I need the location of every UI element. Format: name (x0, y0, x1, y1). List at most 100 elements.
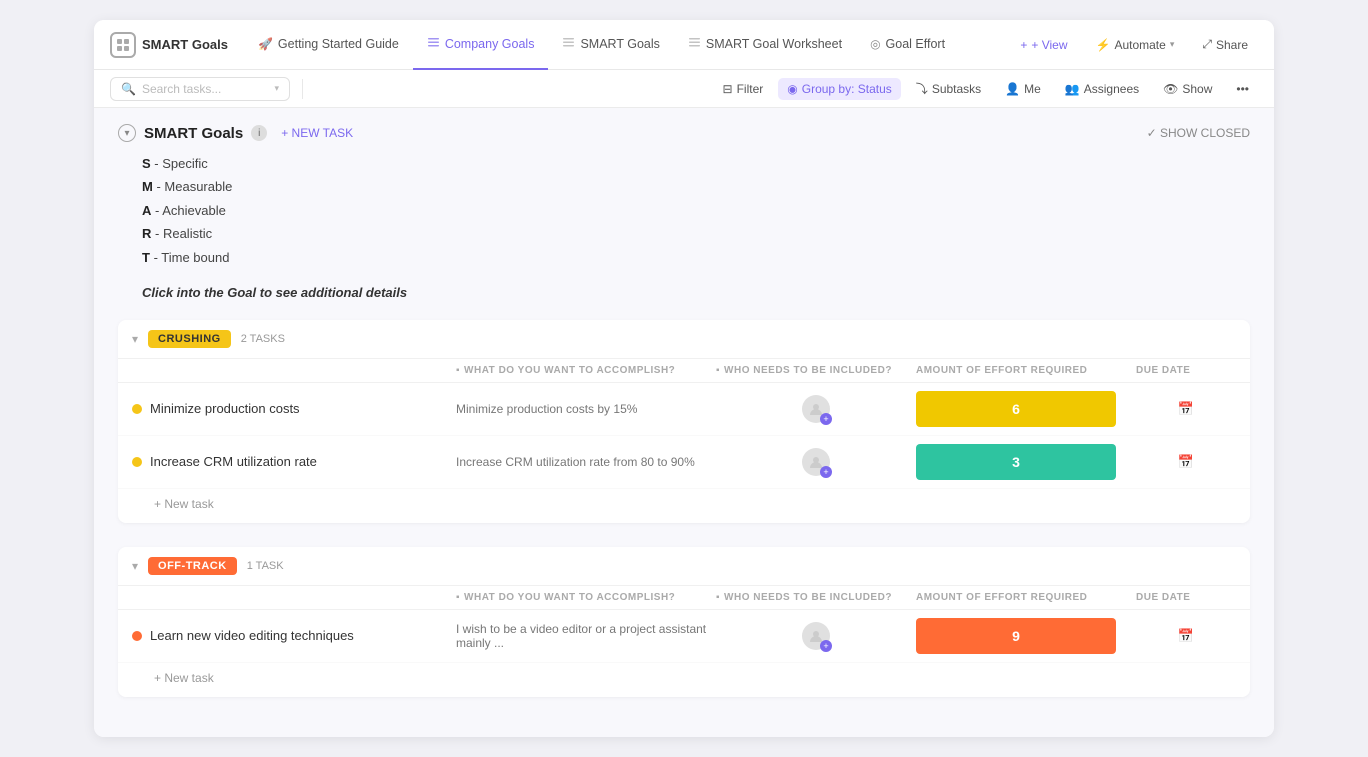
app-logo: SMART Goals (110, 32, 228, 58)
show-button[interactable]: 👁 Show (1154, 78, 1221, 100)
crushing-task-count: 2 TASKS (241, 333, 285, 345)
smart-description: S - Specific M - Measurable A - Achievab… (142, 152, 1250, 269)
automate-label: Automate (1114, 38, 1165, 52)
col-include-2: ▪ Who needs to be included? (716, 592, 916, 603)
toolbar-row: 🔍 Search tasks... ▾ ⊟ Filter ◉ Group by:… (94, 70, 1274, 108)
crushing-new-task-row[interactable]: + New task (118, 489, 1250, 523)
task-name: Learn new video editing techniques (150, 628, 354, 643)
subtasks-button[interactable]: ⤵ Subtasks (907, 76, 990, 101)
smart-t-text: - Time bound (154, 250, 230, 265)
toolbar-divider (302, 79, 303, 99)
smart-s-text: - Specific (154, 156, 207, 171)
due-date-cell[interactable]: 📅 (1136, 628, 1236, 644)
section-info-icon[interactable]: i (251, 125, 267, 141)
due-date-cell[interactable]: 📅 (1136, 401, 1236, 417)
col-effort-2: Amount of effort required (916, 592, 1136, 603)
task-row[interactable]: Learn new video editing techniques I wis… (118, 610, 1250, 663)
section-collapse-button[interactable]: ▾ (118, 124, 136, 142)
effort-bar-cell: 6 (916, 391, 1136, 427)
assignee-add-icon[interactable]: + (820, 640, 832, 652)
subtasks-icon: ⤵ (916, 80, 928, 97)
calendar-icon: 📅 (1178, 454, 1194, 470)
smart-item-m: M - Measurable (142, 175, 1250, 198)
view-button[interactable]: + + View (1010, 34, 1077, 56)
share-button[interactable]: ⤢ Share (1192, 33, 1258, 56)
company-goals-icon (427, 36, 440, 52)
filter-label: Filter (737, 82, 764, 96)
new-task-button[interactable]: + NEW TASK (275, 124, 359, 142)
me-icon: 👤 (1005, 82, 1020, 96)
group-offtrack: ▾ OFF-TRACK 1 TASK ▪ What do you want to… (118, 547, 1250, 697)
due-date-cell[interactable]: 📅 (1136, 454, 1236, 470)
tabs-list: 🚀 Getting Started Guide Company Goals (244, 20, 1010, 70)
task-row[interactable]: Increase CRM utilization rate Increase C… (118, 436, 1250, 489)
smart-item-s: S - Specific (142, 152, 1250, 175)
automate-button[interactable]: ⚡ Automate ▾ (1086, 34, 1185, 56)
offtrack-task-count: 1 TASK (247, 560, 284, 572)
assignee-add-icon[interactable]: + (820, 466, 832, 478)
task-assignee: + (716, 448, 916, 476)
section-header: ▾ SMART Goals i + NEW TASK ✓ SHOW CLOSED (118, 124, 1250, 142)
task-dot (132, 457, 142, 467)
task-row[interactable]: Minimize production costs Minimize produ… (118, 383, 1250, 436)
assignee-add-icon[interactable]: + (820, 413, 832, 425)
group-by-button[interactable]: ◉ Group by: Status (778, 78, 901, 100)
task-dot (132, 404, 142, 414)
assignee-avatar: + (802, 448, 830, 476)
share-label: Share (1216, 38, 1248, 52)
tab-goal-effort-label: Goal Effort (886, 37, 946, 51)
effort-col-label-2: Amount of effort required (916, 592, 1087, 603)
app-wrapper: SMART Goals 🚀 Getting Started Guide (0, 0, 1368, 757)
effort-bar-cell: 9 (916, 618, 1136, 654)
search-placeholder: Search tasks... (142, 82, 221, 96)
getting-started-icon: 🚀 (258, 37, 273, 51)
group-crushing-collapse[interactable]: ▾ (132, 332, 138, 346)
task-name: Minimize production costs (150, 401, 300, 416)
toolbar-right: ⊟ Filter ◉ Group by: Status ⤵ Subtasks 👤… (714, 76, 1258, 101)
main-panel: SMART Goals 🚀 Getting Started Guide (94, 20, 1274, 737)
tab-bar-right: + + View ⚡ Automate ▾ ⤢ Share (1010, 33, 1258, 56)
tab-getting-started[interactable]: 🚀 Getting Started Guide (244, 20, 413, 70)
smart-goals-icon (562, 36, 575, 52)
task-name-cell: Minimize production costs (132, 401, 456, 416)
task-name-cell: Learn new video editing techniques (132, 628, 456, 643)
col-effort: Amount of effort required (916, 365, 1136, 376)
due-date-col-label: Due Date (1136, 365, 1190, 376)
view-label: + View (1031, 38, 1067, 52)
filter-button[interactable]: ⊟ Filter (714, 78, 773, 100)
task-assignee: + (716, 622, 916, 650)
col-task-name-2 (132, 592, 456, 603)
crushing-columns-header: ▪ What do you want to accomplish? ▪ Who … (118, 359, 1250, 383)
assignees-button[interactable]: 👥 Assignees (1056, 78, 1148, 100)
smart-item-r: R - Realistic (142, 222, 1250, 245)
search-box[interactable]: 🔍 Search tasks... ▾ (110, 77, 290, 101)
col-due-date: Due Date (1136, 365, 1236, 376)
me-label: Me (1024, 82, 1041, 96)
col-include-label-2: Who needs to be included? (724, 592, 892, 603)
col-accomplish-label-2: What do you want to accomplish? (464, 592, 675, 603)
col-accomplish: ▪ What do you want to accomplish? (456, 365, 716, 376)
smart-worksheet-icon (688, 36, 701, 52)
me-button[interactable]: 👤 Me (996, 78, 1050, 100)
tab-company-goals[interactable]: Company Goals (413, 20, 549, 70)
app-logo-icon (110, 32, 136, 58)
include-icon-2: ▪ (716, 592, 720, 603)
group-by-icon: ◉ (787, 82, 797, 96)
group-crushing-header: ▾ CRUSHING 2 TASKS (118, 320, 1250, 359)
task-accomplish: Minimize production costs by 15% (456, 402, 716, 416)
tab-goal-effort[interactable]: ◎ Goal Effort (856, 20, 959, 70)
more-dots-icon: ••• (1236, 82, 1249, 96)
more-options-button[interactable]: ••• (1227, 78, 1258, 100)
smart-item-t: T - Time bound (142, 246, 1250, 269)
tab-smart-goals[interactable]: SMART Goals (548, 20, 673, 70)
show-closed-button[interactable]: ✓ SHOW CLOSED (1147, 126, 1250, 140)
tab-smart-worksheet[interactable]: SMART Goal Worksheet (674, 20, 856, 70)
group-offtrack-collapse[interactable]: ▾ (132, 559, 138, 573)
smart-m-text: - Measurable (156, 179, 232, 194)
app-logo-label: SMART Goals (142, 37, 228, 52)
show-icon: 👁 (1163, 82, 1178, 96)
assignees-label: Assignees (1084, 82, 1139, 96)
offtrack-new-task-row[interactable]: + New task (118, 663, 1250, 697)
assignee-avatar: + (802, 395, 830, 423)
filter-icon: ⊟ (723, 82, 733, 96)
